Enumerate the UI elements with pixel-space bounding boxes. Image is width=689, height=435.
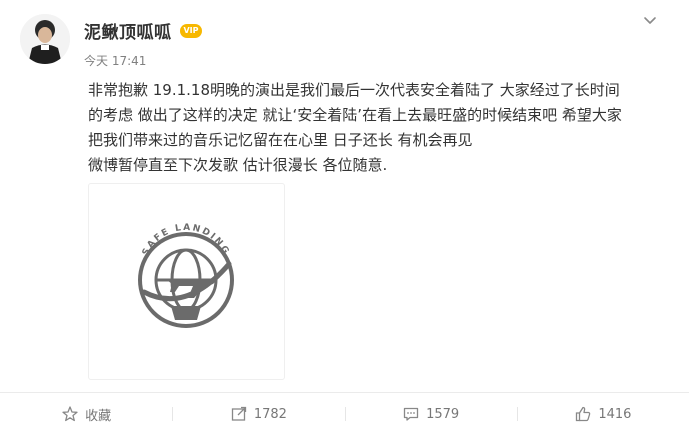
avatar[interactable] [20,14,70,64]
favorite-button[interactable]: 收藏 [0,393,172,435]
action-bar: 收藏 1782 1579 1416 [0,393,689,435]
svg-text:SAFE LANDING: SAFE LANDING [141,223,231,257]
repost-button[interactable]: 1782 [172,393,344,435]
like-button[interactable]: 1416 [516,393,689,435]
favorite-label: 收藏 [85,408,112,424]
vip-badge: VIP [180,24,202,38]
post-content-line: 的考虑 做出了这样的决定 就让‘安全着陆’在看上去最旺盛的时候结束吧 希望大家 [88,106,622,124]
post-image[interactable]: SAFE LANDING [88,183,285,380]
more-options-button[interactable] [641,12,659,30]
like-count: 1416 [598,406,632,422]
post-content: 非常抱歉 19.1.18明晚的演出是我们最后一次代表安全着陆了 大家经过了长时间… [88,78,670,178]
chevron-down-icon [644,17,656,24]
repost-count: 1782 [253,406,287,422]
comment-button[interactable]: 1579 [344,393,517,435]
comment-icon [403,407,419,421]
username[interactable]: 泥鳅顶呱呱 [84,18,172,43]
safe-landing-logo: SAFE LANDING [138,223,234,328]
logo-text: SAFE LANDING [141,223,229,257]
repost-icon [231,406,246,421]
star-icon [62,406,78,422]
thumbs-up-icon [576,406,591,422]
post-timestamp[interactable]: 今天 17:41 [84,52,146,69]
post-content-line: 把我们带来过的音乐记忆留在在心里 日子还长 有机会再见 [88,131,473,149]
comment-count: 1579 [426,406,460,422]
post-content-line: 非常抱歉 19.1.18明晚的演出是我们最后一次代表安全着陆了 大家经过了长时间 [88,81,620,99]
post-content-line: 微博暂停直至下次发歌 估计很漫长 各位随意. [88,156,388,174]
